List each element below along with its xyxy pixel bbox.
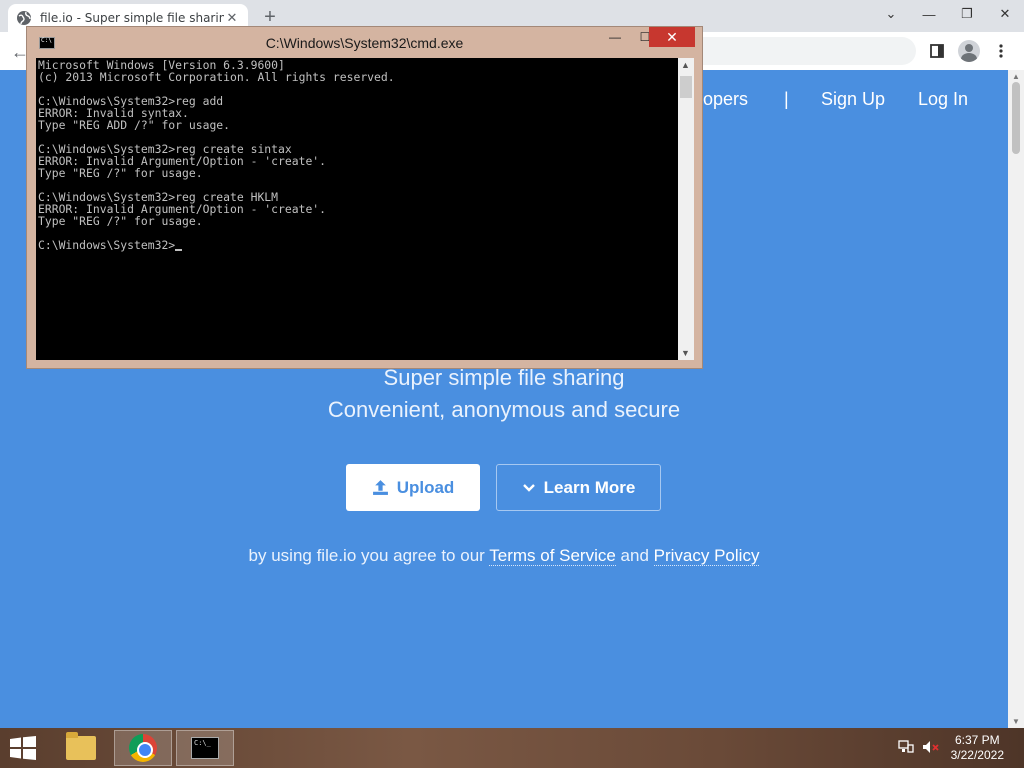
terms-notice: by using file.io you agree to our Terms … [0, 546, 1008, 566]
cmd-scroll-up-icon[interactable]: ▲ [681, 60, 690, 70]
scroll-up-icon[interactable]: ▲ [1012, 72, 1020, 81]
folder-icon [66, 732, 96, 760]
close-button[interactable]: ✕ [986, 0, 1024, 28]
console-line: (c) 2013 Microsoft Corporation. All righ… [38, 70, 395, 84]
cmd-scrollbar[interactable]: ▲ ▼ [678, 58, 694, 360]
cmd-close-button[interactable]: ✕ [649, 27, 695, 47]
console-line: Type "REG /?" for usage. [38, 214, 203, 228]
profile-avatar-icon[interactable] [958, 40, 980, 62]
tab-close-icon[interactable]: ✕ [224, 10, 240, 26]
taskbar: 6:37 PM 3/22/2022 [0, 728, 1024, 768]
console-line: Type "REG ADD /?" for usage. [38, 118, 231, 132]
upload-icon [372, 480, 388, 495]
taskbar-chrome[interactable] [114, 730, 172, 766]
chrome-icon [129, 734, 157, 762]
prompt-text: C:\Windows\System32> [38, 238, 176, 252]
privacy-policy-link[interactable]: Privacy Policy [653, 546, 760, 566]
learn-more-label: Learn More [543, 477, 636, 497]
terms-prefix: by using file.io you agree to our [248, 546, 490, 565]
clock-date: 3/22/2022 [950, 748, 1004, 762]
learn-more-button[interactable]: Learn More [496, 464, 661, 511]
nav-divider: | [784, 89, 789, 109]
text-cursor [175, 249, 183, 251]
scroll-down-icon[interactable]: ▼ [1012, 717, 1020, 726]
hero-subtagline: Convenient, anonymous and secure [327, 397, 681, 422]
console-prompt[interactable]: C:\Windows\System32> [38, 239, 678, 251]
nav-log-in-link[interactable]: Log In [918, 89, 968, 110]
restore-button[interactable]: ❐ [948, 0, 986, 28]
terms-and: and [615, 546, 654, 565]
volume-muted-icon[interactable] [922, 740, 940, 757]
globe-icon [17, 11, 31, 25]
clock-time: 6:37 PM [954, 733, 1000, 747]
kebab-menu-icon[interactable] [990, 40, 1012, 62]
cmd-scroll-down-icon[interactable]: ▼ [681, 348, 690, 358]
tab-title: file.io - Super simple file sharing [40, 11, 224, 25]
console-line: Type "REG /?" for usage. [38, 166, 203, 180]
cmd-window[interactable]: C:\Windows\System32\cmd.exe — ☐ ✕ Micros… [26, 26, 703, 369]
tab-search-icon[interactable]: ⌄ [872, 0, 910, 28]
cmd-icon [191, 737, 219, 759]
console-output[interactable]: Microsoft Windows [Version 6.3.9600] (c) … [36, 58, 678, 360]
windows-start-icon[interactable] [8, 736, 38, 760]
nav-developers-link[interactable]: opers [703, 89, 748, 110]
terms-of-service-link[interactable]: Terms of Service [489, 546, 616, 566]
cmd-scroll-thumb[interactable] [680, 76, 692, 98]
sidebar-icon[interactable] [926, 40, 948, 62]
scrollbar-thumb[interactable] [1012, 82, 1020, 154]
nav-sign-up-link[interactable]: Sign Up [821, 89, 885, 110]
taskbar-file-explorer[interactable] [52, 730, 110, 766]
upload-button[interactable]: Upload [346, 464, 480, 511]
upload-label: Upload [396, 477, 455, 497]
minimize-button[interactable]: — [910, 0, 948, 28]
taskbar-cmd[interactable] [176, 730, 234, 766]
page-scrollbar[interactable]: ▲ ▼ [1008, 70, 1024, 728]
system-clock[interactable]: 6:37 PM 3/22/2022 [951, 733, 1004, 763]
network-icon[interactable] [898, 740, 914, 757]
cmd-titlebar[interactable]: C:\Windows\System32\cmd.exe — ☐ ✕ [27, 27, 702, 57]
cmd-minimize-button[interactable]: — [601, 27, 629, 47]
window-controls: ⌄ — ❐ ✕ [872, 0, 1024, 30]
chevron-down-icon [522, 483, 535, 492]
